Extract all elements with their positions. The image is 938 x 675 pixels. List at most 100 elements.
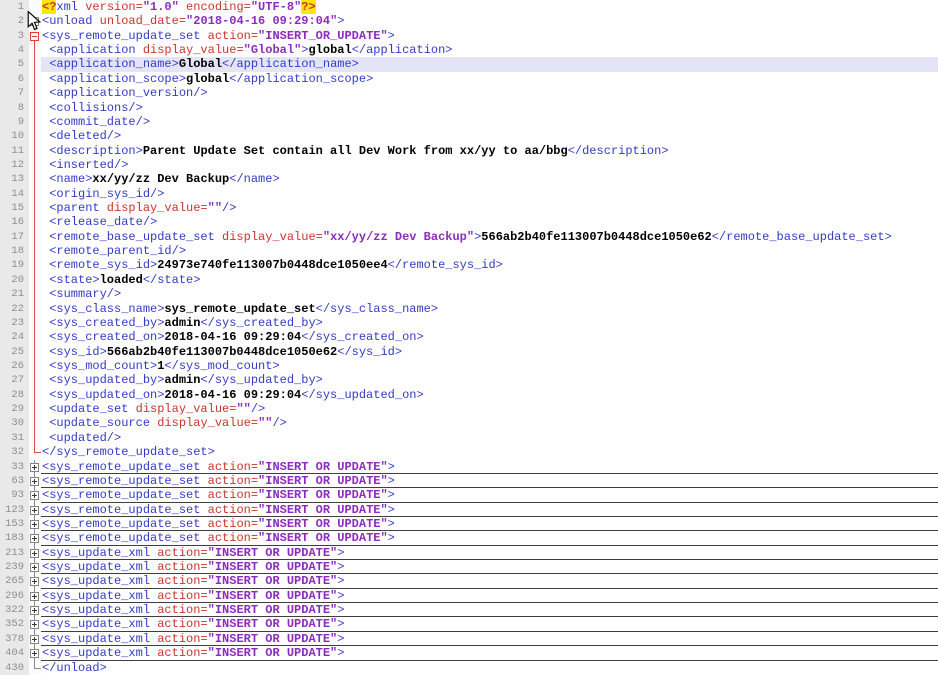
code-line: <update_set display_value=""/> [41,402,938,416]
code-segment: <sys_remote_update_set [42,459,201,474]
line-number: 12 [0,157,29,173]
code-segment: <sys_update_xml [42,588,151,603]
code-segment: "INSERT OR UPDATE" [258,488,388,503]
fold-expand-icon[interactable] [30,491,39,501]
fold-margin [29,488,41,503]
code-row-26: 26 <sys_mod_count>1</sys_mod_count> [0,358,938,374]
line-number: 2 [0,14,29,29]
fold-margin [29,531,41,546]
code-segment: > [337,631,345,646]
code-segment: <sys_id> [42,344,107,359]
fold-expand-icon[interactable] [30,577,39,587]
code-segment: action= [200,502,259,517]
code-row-9: 9 <commit_date/> [0,114,938,130]
code-row-93: 93 <sys_remote_update_set action="INSERT … [0,488,938,503]
fold-guide-line [34,430,35,446]
fold-margin [29,186,41,202]
fold-margin [29,344,41,359]
line-number: 30 [0,416,29,431]
code-segment: "INSERT OR UPDATE" [207,617,338,632]
line-number: 33 [0,459,29,474]
fold-guide-line [34,272,35,288]
code-line: <sys_created_by>admin</sys_created_by> [41,316,938,330]
fold-expand-icon[interactable] [30,620,39,630]
fold-expand-icon[interactable] [30,563,39,573]
fold-expand-icon[interactable] [30,634,39,644]
fold-guide-line [34,114,35,130]
fold-guide-line [34,373,35,388]
fold-expand-icon[interactable] [30,505,39,515]
fold-margin [29,502,41,517]
code-segment: > [387,531,395,546]
code-segment: </sys_created_on> [301,330,424,345]
fold-guide-line [34,416,35,431]
code-row-18: 18 <remote_parent_id/> [0,244,938,259]
code-segment: <sys_remote_update_set [42,516,201,531]
fold-guide-line [34,452,41,454]
code-segment: loaded [99,272,143,287]
code-segment: <sys_remote_update_set [42,488,201,503]
code-segment: <sys_remote_update_set [42,28,201,43]
code-line: <sys_update_xml action="INSERT OR UPDATE… [41,546,938,561]
fold-collapse-icon[interactable] [30,31,39,41]
line-number: 20 [0,272,29,288]
code-segment: "" [236,402,251,417]
line-number: 213 [0,545,29,561]
fold-guide-line [34,100,35,115]
line-number: 265 [0,574,29,589]
code-segment: action= [150,574,208,589]
code-segment: <remote_sys_id> [42,258,158,273]
code-segment: > [337,14,345,29]
fold-expand-icon[interactable] [30,462,39,472]
fold-margin [29,516,41,532]
code-row-430: 430 </unload> [0,660,938,675]
code-segment: <application_name> [42,57,179,72]
fold-guide-line [34,344,35,359]
line-number: 296 [0,588,29,604]
code-row-21: 21 <summary/> [0,287,938,302]
code-segment: </sys_class_name> [315,301,439,316]
code-segment: display_value= [150,416,259,431]
code-line: <sys_remote_update_set action="INSERT OR… [41,474,938,489]
fold-expand-icon[interactable] [30,519,39,529]
code-segment: "INSERT OR UPDATE" [207,631,338,646]
line-number: 322 [0,603,29,618]
code-segment: </sys_id> [337,344,403,359]
code-line: <sys_remote_update_set action="INSERT OR… [41,488,938,503]
code-row-25: 25 <sys_id>566ab2b40fe113007b0448dce1050… [0,344,938,359]
code-line: <application display_value="Global">glob… [41,43,938,57]
code-line: <summary/> [41,287,938,301]
fold-margin [29,330,41,345]
code-segment: <sys_created_by> [42,315,165,330]
code-line: <sys_remote_update_set action="INSERT OR… [41,459,938,475]
fold-expand-icon[interactable] [30,476,39,486]
code-row-7: 7 <application_version/> [0,86,938,101]
code-row-296: 296 <sys_update_xml action="INSERT OR UPD… [0,588,938,604]
fold-expand-icon[interactable] [30,548,39,558]
line-number: 10 [0,129,29,144]
code-line: <remote_parent_id/> [41,244,938,258]
code-segment: action= [200,459,259,474]
code-row-183: 183 <sys_remote_update_set action="INSERT… [0,531,938,547]
code-line: <sys_update_xml action="INSERT OR UPDATE… [41,617,938,633]
fold-expand-icon[interactable] [30,591,39,601]
code-segment: <? [42,0,57,14]
code-row-123: 123 <sys_remote_update_set action="INSERT… [0,502,938,518]
code-segment: > [337,603,345,618]
code-segment: <sys_update_xml [42,603,151,618]
code-row-4: 4 <application display_value="Global">gl… [0,43,938,58]
fold-guide-line [34,315,35,331]
line-number: 93 [0,488,29,503]
fold-guide-line [34,43,35,58]
fold-margin [29,229,41,245]
fold-expand-icon[interactable] [30,606,39,616]
fold-guide-line [34,71,35,87]
fold-expand-icon[interactable] [30,534,39,544]
fold-guide-line [34,402,35,417]
code-line: </sys_remote_update_set> [41,445,938,459]
code-segment: "INSERT OR UPDATE" [207,603,338,618]
code-segment: display_value= [99,201,208,216]
fold-expand-icon[interactable] [30,649,39,659]
code-line: <sys_update_xml action="INSERT OR UPDATE… [41,646,938,661]
code-segment: <release_date/> [42,215,158,230]
